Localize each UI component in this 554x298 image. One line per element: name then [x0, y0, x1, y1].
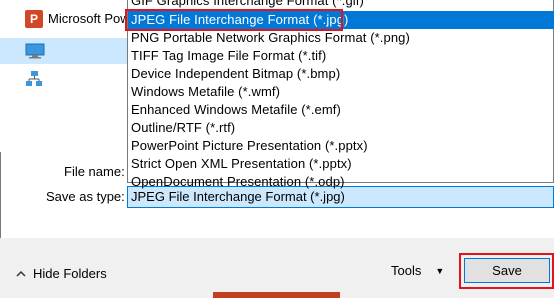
save-as-type-dropdown-list[interactable]: GIF Graphics Interchange Format (*.gif) … [127, 0, 554, 189]
dropdown-option[interactable]: PowerPoint Picture Presentation (*.pptx) [128, 137, 554, 155]
dropdown-option-selected[interactable]: JPEG File Interchange Format (*.jpg) [128, 11, 554, 29]
dropdown-option[interactable]: PNG Portable Network Graphics Format (*.… [128, 29, 554, 47]
hide-folders-label: Hide Folders [33, 266, 107, 281]
computer-icon [25, 43, 45, 59]
network-icon [26, 71, 42, 86]
file-name-label: File name: [64, 164, 125, 179]
dropdown-option[interactable]: GIF Graphics Interchange Format (*.gif) [128, 0, 554, 10]
nav-item-this-pc[interactable] [0, 38, 128, 64]
dropdown-option[interactable]: Device Independent Bitmap (*.bmp) [128, 65, 554, 83]
save-as-type-select[interactable]: JPEG File Interchange Format (*.jpg) [127, 186, 554, 208]
dropdown-option[interactable]: Enhanced Windows Metafile (*.emf) [128, 101, 554, 119]
tools-menu-button[interactable]: Tools ▼ [391, 263, 444, 278]
chevron-up-icon [16, 270, 26, 277]
save-as-type-label: Save as type: [46, 189, 125, 204]
dropdown-option[interactable]: OpenDocument Presentation (*.odp) [128, 173, 554, 189]
dropdown-option[interactable]: Windows Metafile (*.wmf) [128, 83, 554, 101]
save-button[interactable]: Save [464, 258, 550, 283]
nav-item-label: Microsoft PowerPoint [48, 11, 128, 26]
navigation-pane: P Microsoft PowerPoint [0, 0, 128, 152]
dropdown-option[interactable]: Outline/RTF (*.rtf) [128, 119, 554, 137]
powerpoint-icon: P [25, 10, 43, 28]
dropdown-option[interactable]: TIFF Tag Image File Format (*.tif) [128, 47, 554, 65]
hide-folders-button[interactable]: Hide Folders [14, 266, 107, 281]
tools-label: Tools [391, 263, 422, 278]
caret-down-icon: ▼ [435, 265, 445, 276]
dropdown-option[interactable]: Strict Open XML Presentation (*.pptx) [128, 155, 554, 173]
taskbar-strip [213, 292, 340, 298]
